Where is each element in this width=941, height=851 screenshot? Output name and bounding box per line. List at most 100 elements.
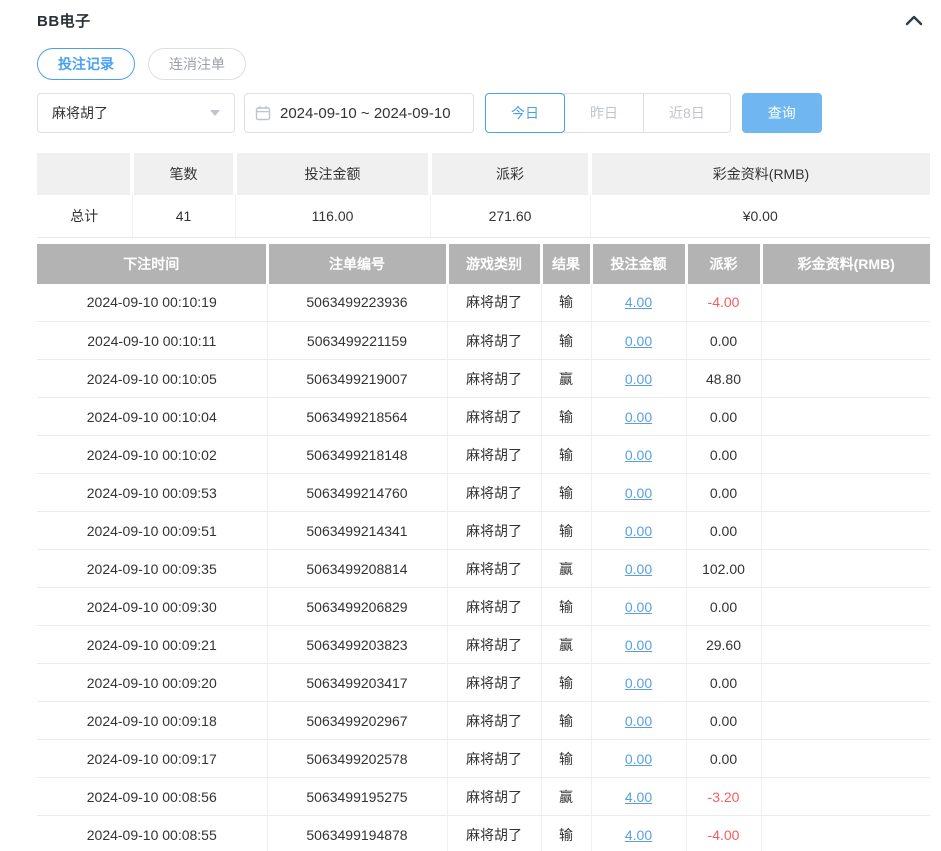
bet-amount-link[interactable]: 0.00 [625,675,652,691]
table-row: 2024-09-10 00:09:30 5063499206829 麻将胡了 输… [37,588,930,626]
summary-header-row: 笔数 投注金额 派彩 彩金资料(RMB) [37,153,930,195]
bet-amount-cell: 0.00 [591,360,686,398]
result-cell: 输 [541,284,591,322]
bet-id-cell: 5063499202967 [267,702,447,740]
game-type-cell: 麻将胡了 [447,778,541,816]
summary-header-count: 笔数 [132,153,235,195]
payout-cell: 0.00 [686,740,761,778]
game-select[interactable]: 麻将胡了 [37,93,235,133]
summary-total-payout: 271.60 [430,195,590,237]
tab-cancelled-bets[interactable]: 连消注单 [148,48,246,80]
payout-cell: -4.00 [686,284,761,322]
payout-value: 0.00 [710,447,737,463]
collapse-panel-button[interactable] [903,9,925,31]
bet-amount-link[interactable]: 0.00 [625,599,652,615]
bet-time-cell: 2024-09-10 00:09:18 [37,702,267,740]
table-row: 2024-09-10 00:09:17 5063499202578 麻将胡了 输… [37,740,930,778]
payout-cell: 0.00 [686,702,761,740]
records-header-bet-id: 注单编号 [267,244,447,284]
bet-amount-link[interactable]: 0.00 [625,485,652,501]
quick-range-last8days-button[interactable]: 近8日 [643,93,731,133]
result-cell: 输 [541,436,591,474]
chevron-down-icon [210,110,220,116]
bonus-cell [761,550,930,588]
bet-amount-cell: 0.00 [591,664,686,702]
records-header-bet-amount: 投注金额 [591,244,686,284]
bet-id-cell: 5063499221159 [267,322,447,360]
bet-amount-link[interactable]: 0.00 [625,751,652,767]
bet-id-cell: 5063499214341 [267,512,447,550]
table-row: 2024-09-10 00:08:56 5063499195275 麻将胡了 赢… [37,778,930,816]
table-row: 2024-09-10 00:08:55 5063499194878 麻将胡了 输… [37,816,930,851]
game-type-cell: 麻将胡了 [447,398,541,436]
records-header-payout: 派彩 [686,244,761,284]
bet-time-cell: 2024-09-10 00:09:17 [37,740,267,778]
summary-total-label: 总计 [37,195,132,237]
result-cell: 赢 [541,778,591,816]
payout-cell: 0.00 [686,474,761,512]
bet-time-cell: 2024-09-10 00:08:55 [37,816,267,851]
bet-amount-link[interactable]: 0.00 [625,637,652,653]
bet-amount-link[interactable]: 0.00 [625,333,652,349]
bet-amount-link[interactable]: 4.00 [625,827,652,843]
quick-range-today-button[interactable]: 今日 [485,93,565,133]
bet-amount-link[interactable]: 0.00 [625,447,652,463]
bet-amount-link[interactable]: 4.00 [625,789,652,805]
bet-time-cell: 2024-09-10 00:09:30 [37,588,267,626]
bonus-cell [761,702,930,740]
game-type-cell: 麻将胡了 [447,626,541,664]
payout-cell: 0.00 [686,664,761,702]
payout-value: 0.00 [710,713,737,729]
result-cell: 输 [541,512,591,550]
date-range-input[interactable]: 2024-09-10 ~ 2024-09-10 [244,93,474,133]
payout-value: 0.00 [710,751,737,767]
tab-betting-records[interactable]: 投注记录 [37,48,135,80]
search-button[interactable]: 查询 [742,93,822,133]
bonus-cell [761,360,930,398]
result-cell: 输 [541,664,591,702]
bonus-cell [761,626,930,664]
quick-range-yesterday-button[interactable]: 昨日 [564,93,644,133]
bet-time-cell: 2024-09-10 00:09:51 [37,512,267,550]
bet-amount-link[interactable]: 0.00 [625,523,652,539]
bet-id-cell: 5063499208814 [267,550,447,588]
bet-amount-link[interactable]: 0.00 [625,561,652,577]
game-type-cell: 麻将胡了 [447,702,541,740]
bet-amount-cell: 0.00 [591,626,686,664]
date-range-value: 2024-09-10 ~ 2024-09-10 [280,105,451,122]
summary-table: 笔数 投注金额 派彩 彩金资料(RMB) 总计 41 116.00 271.60… [37,153,930,238]
summary-total-row: 总计 41 116.00 271.60 ¥0.00 [37,195,930,237]
bet-amount-link[interactable]: 4.00 [625,294,652,310]
bet-amount-link[interactable]: 0.00 [625,713,652,729]
records-header-game-type: 游戏类别 [447,244,541,284]
bonus-cell [761,284,930,322]
bet-amount-cell: 0.00 [591,322,686,360]
result-cell: 输 [541,702,591,740]
table-row: 2024-09-10 00:10:02 5063499218148 麻将胡了 输… [37,436,930,474]
bet-amount-link[interactable]: 0.00 [625,409,652,425]
bet-time-cell: 2024-09-10 00:10:19 [37,284,267,322]
bonus-cell [761,474,930,512]
bonus-cell [761,588,930,626]
bonus-cell [761,778,930,816]
bet-amount-cell: 0.00 [591,550,686,588]
summary-header-bet-amount: 投注金额 [235,153,430,195]
payout-value: 29.60 [706,637,741,653]
bonus-cell [761,322,930,360]
table-row: 2024-09-10 00:09:20 5063499203417 麻将胡了 输… [37,664,930,702]
result-cell: 赢 [541,550,591,588]
game-type-cell: 麻将胡了 [447,664,541,702]
payout-value: 0.00 [710,599,737,615]
payout-value: 0.00 [710,523,737,539]
bet-time-cell: 2024-09-10 00:09:20 [37,664,267,702]
bet-amount-cell: 4.00 [591,778,686,816]
bet-amount-link[interactable]: 0.00 [625,371,652,387]
page-title: BB电子 [37,10,91,31]
payout-cell: -3.20 [686,778,761,816]
bet-amount-cell: 0.00 [591,740,686,778]
payout-value: -3.20 [708,789,740,805]
bet-time-cell: 2024-09-10 00:10:11 [37,322,267,360]
bet-id-cell: 5063499194878 [267,816,447,851]
payout-cell: 0.00 [686,588,761,626]
summary-total-count: 41 [132,195,235,237]
